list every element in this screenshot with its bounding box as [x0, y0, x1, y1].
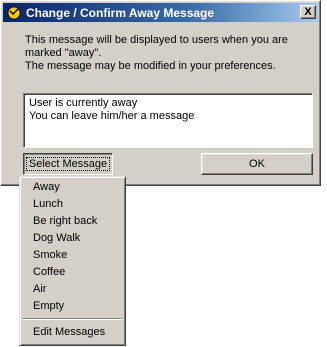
description-text: This message will be displayed to users …: [25, 34, 315, 73]
description-line: marked "away".: [25, 47, 102, 59]
select-message-menu: Away Lunch Be right back Dog Walk Smoke …: [19, 176, 126, 346]
menu-item-air[interactable]: Air: [33, 283, 46, 296]
description-line: This message will be displayed to users …: [25, 34, 288, 46]
menu-item-away[interactable]: Away: [33, 181, 60, 194]
away-message-textarea[interactable]: User is currently away You can leave him…: [23, 93, 313, 148]
select-message-button[interactable]: Select Message: [23, 153, 113, 175]
dialog-title: Change / Confirm Away Message: [26, 5, 215, 20]
close-button[interactable]: X: [300, 5, 316, 19]
menu-separator: [23, 318, 122, 320]
menu-item-edit-messages[interactable]: Edit Messages: [33, 326, 105, 339]
title-bar[interactable]: Change / Confirm Away Message X: [3, 3, 318, 22]
menu-item-lunch[interactable]: Lunch: [33, 198, 63, 211]
select-message-label: Select Message: [25, 157, 111, 171]
description-line: The message may be modified in your pref…: [25, 60, 276, 72]
menu-item-dog-walk[interactable]: Dog Walk: [33, 232, 80, 245]
menu-item-be-right-back[interactable]: Be right back: [33, 215, 97, 228]
away-message-dialog: Change / Confirm Away Message X This mes…: [0, 0, 321, 186]
ok-button[interactable]: OK: [201, 153, 313, 175]
message-line: You can leave him/her a message: [29, 110, 195, 122]
message-line: User is currently away: [29, 97, 138, 109]
app-icon: [7, 6, 21, 19]
menu-item-coffee[interactable]: Coffee: [33, 266, 65, 279]
menu-item-empty[interactable]: Empty: [33, 300, 64, 313]
menu-item-smoke[interactable]: Smoke: [33, 249, 67, 262]
